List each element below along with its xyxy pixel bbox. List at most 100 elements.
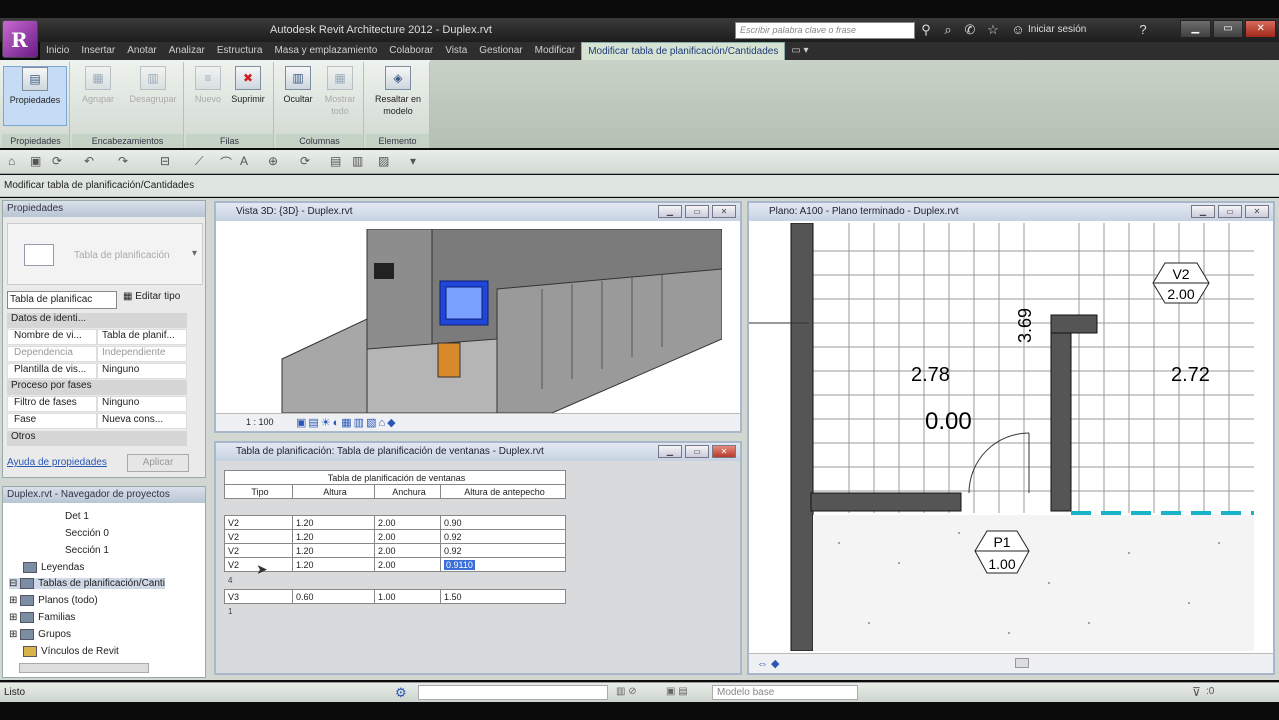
nav-item-links[interactable]: Vínculos de Revit: [23, 646, 119, 657]
prop-row[interactable]: Nombre de vi... Tabla de planif...: [7, 329, 187, 345]
view-3d-window[interactable]: Vista 3D: {3D} - Duplex.rvt ▁ ▭ ✕ 1 : 100 …: [214, 201, 742, 433]
cell[interactable]: 1.00: [374, 589, 441, 604]
redo-icon[interactable]: ↷: [118, 154, 128, 168]
column-header-antepecho[interactable]: Altura de antepecho: [440, 484, 566, 499]
properties-button[interactable]: ▤ Propiedades: [3, 66, 67, 126]
restore-button[interactable]: ▭: [685, 205, 709, 218]
cell[interactable]: 0.92: [440, 529, 566, 544]
prop-row[interactable]: Plantilla de vis... Ninguno: [7, 363, 187, 379]
active-workset-dropdown[interactable]: [418, 685, 608, 700]
nav-item[interactable]: Det 1: [65, 511, 89, 522]
section-icon[interactable]: ⟳: [300, 154, 310, 168]
view-control-icons[interactable]: ⇔ ◆: [757, 657, 780, 670]
cell[interactable]: 1.20: [292, 515, 375, 530]
floor-plan-canvas[interactable]: V2 2.00 P1 1.00 2.78 2.72 0.00 3.69: [749, 223, 1273, 651]
restore-button[interactable]: ▭: [685, 445, 709, 458]
filter-icon[interactable]: ⊽: [1192, 685, 1201, 699]
close-button[interactable]: ✕: [1245, 20, 1277, 38]
cell[interactable]: 1.20: [292, 529, 375, 544]
nav-item-sheets[interactable]: ⊞ Planos (todo): [9, 595, 98, 606]
edit-type-button[interactable]: ▦ Editar tipo: [123, 291, 180, 302]
thin-lines-icon[interactable]: ▤: [330, 154, 341, 168]
3d-model-canvas[interactable]: [222, 229, 722, 413]
minimize-button[interactable]: ▁: [1191, 205, 1215, 218]
prop-row[interactable]: Fase Nueva cons...: [7, 413, 187, 429]
tab-estructura[interactable]: Estructura: [211, 42, 269, 60]
section-identity[interactable]: Datos de identi...: [7, 313, 187, 328]
help-icon[interactable]: ?: [1135, 22, 1151, 38]
cell[interactable]: 2.00: [374, 515, 441, 530]
nav-item-groups[interactable]: ⊞ Grupos: [9, 629, 71, 640]
prop-row[interactable]: Dependencia Independiente: [7, 346, 187, 362]
group-button[interactable]: ▦ Agrupar: [78, 66, 118, 126]
prop-value[interactable]: Ninguno: [97, 363, 187, 379]
tab-inicio[interactable]: Inicio: [40, 42, 75, 60]
application-menu-button[interactable]: R: [2, 20, 38, 58]
undo-icon[interactable]: ↶: [84, 154, 94, 168]
show-all-button[interactable]: ▦ Mostrar todo: [320, 66, 360, 126]
delete-row-button[interactable]: ✖ Suprimir: [228, 66, 268, 126]
editing-requests-icon[interactable]: ▥ ⊘: [616, 686, 637, 697]
view-scale[interactable]: 1 : 100: [246, 417, 274, 427]
text-icon[interactable]: A: [240, 154, 248, 168]
table-row[interactable]: V2 1.20 2.00 0.92: [224, 529, 566, 544]
schedule-window[interactable]: Tabla de planificación: Tabla de planifi…: [214, 441, 742, 675]
minimize-button[interactable]: ▁: [1180, 20, 1211, 38]
section-other[interactable]: Otros: [7, 431, 187, 446]
view-control-icons[interactable]: ▣▤☀◐▦▥▧⌂◆: [296, 416, 398, 429]
prop-value[interactable]: Independiente: [97, 346, 187, 362]
restore-button[interactable]: ▭: [1218, 205, 1242, 218]
communication-icon[interactable]: ✆: [962, 22, 978, 38]
table-row[interactable]: V2 1.20 2.00 0.9110: [224, 557, 566, 572]
table-row[interactable]: V3 0.60 1.00 1.50: [224, 589, 566, 604]
cell[interactable]: 1.20: [292, 557, 375, 572]
nav-item-schedules[interactable]: ⊟ Tablas de planificación/Canti: [9, 578, 165, 590]
nav-item[interactable]: Sección 0: [65, 528, 109, 539]
prop-value[interactable]: Ninguno: [97, 396, 187, 412]
cell[interactable]: 0.60: [292, 589, 375, 604]
cell[interactable]: 0.92: [440, 543, 566, 558]
search-input[interactable]: Escribir palabra clave o frase: [735, 22, 915, 39]
minimize-button[interactable]: ▁: [658, 445, 682, 458]
cell[interactable]: 2.00: [374, 543, 441, 558]
type-selector-preview[interactable]: Tabla de planificación ▾: [7, 223, 203, 285]
design-options-icon[interactable]: ▣ ▤: [666, 686, 688, 697]
new-row-button[interactable]: ≡ Nuevo: [188, 66, 228, 126]
tab-modificar-tabla[interactable]: Modificar tabla de planificación/Cantida…: [581, 42, 786, 60]
tag-icon[interactable]: ⌒: [220, 154, 232, 171]
cell[interactable]: 2.00: [374, 557, 441, 572]
3d-view-icon[interactable]: ⊕: [268, 154, 278, 168]
highlight-in-model-button[interactable]: ◈ Resaltar en modelo: [368, 66, 428, 126]
prop-value[interactable]: Tabla de planif...: [97, 329, 187, 345]
cell[interactable]: V2: [224, 529, 293, 544]
cell[interactable]: V2: [224, 515, 293, 530]
tab-masa[interactable]: Masa y emplazamiento: [268, 42, 383, 60]
binoculars-icon[interactable]: ⚲: [918, 22, 934, 38]
open-icon[interactable]: ⌂: [8, 154, 15, 168]
dimension-icon[interactable]: ⟋: [195, 154, 203, 169]
tab-colaborar[interactable]: Colaborar: [383, 42, 439, 60]
prop-value[interactable]: Nueva cons...: [97, 413, 187, 429]
table-row[interactable]: V2 1.20 2.00 0.92: [224, 543, 566, 558]
user-icon[interactable]: ☺: [1010, 22, 1026, 38]
column-header-altura[interactable]: Altura: [292, 484, 375, 499]
save-icon[interactable]: ▣: [30, 154, 41, 168]
apply-button[interactable]: Aplicar: [127, 454, 189, 472]
nav-item[interactable]: Sección 1: [65, 545, 109, 556]
cell[interactable]: 0.90: [440, 515, 566, 530]
scroll-thumb[interactable]: [1015, 658, 1029, 668]
favorites-star-icon[interactable]: ☆: [985, 22, 1001, 38]
nav-item-families[interactable]: ⊞ Familias: [9, 612, 75, 623]
worksets-icon[interactable]: ⚙: [395, 685, 407, 701]
design-option-dropdown[interactable]: Modelo base: [712, 685, 858, 700]
cell[interactable]: 1.20: [292, 543, 375, 558]
measure-icon[interactable]: ⊟: [160, 154, 170, 168]
close-button[interactable]: ✕: [1245, 205, 1269, 218]
nav-item-legends[interactable]: Leyendas: [23, 562, 84, 573]
properties-help-link[interactable]: Ayuda de propiedades: [7, 457, 107, 468]
cell[interactable]: V2: [224, 543, 293, 558]
tab-vista[interactable]: Vista: [439, 42, 473, 60]
sync-icon[interactable]: ⟳: [52, 154, 62, 168]
table-row[interactable]: V2 1.20 2.00 0.90: [224, 515, 566, 530]
tab-anotar[interactable]: Anotar: [121, 42, 162, 60]
